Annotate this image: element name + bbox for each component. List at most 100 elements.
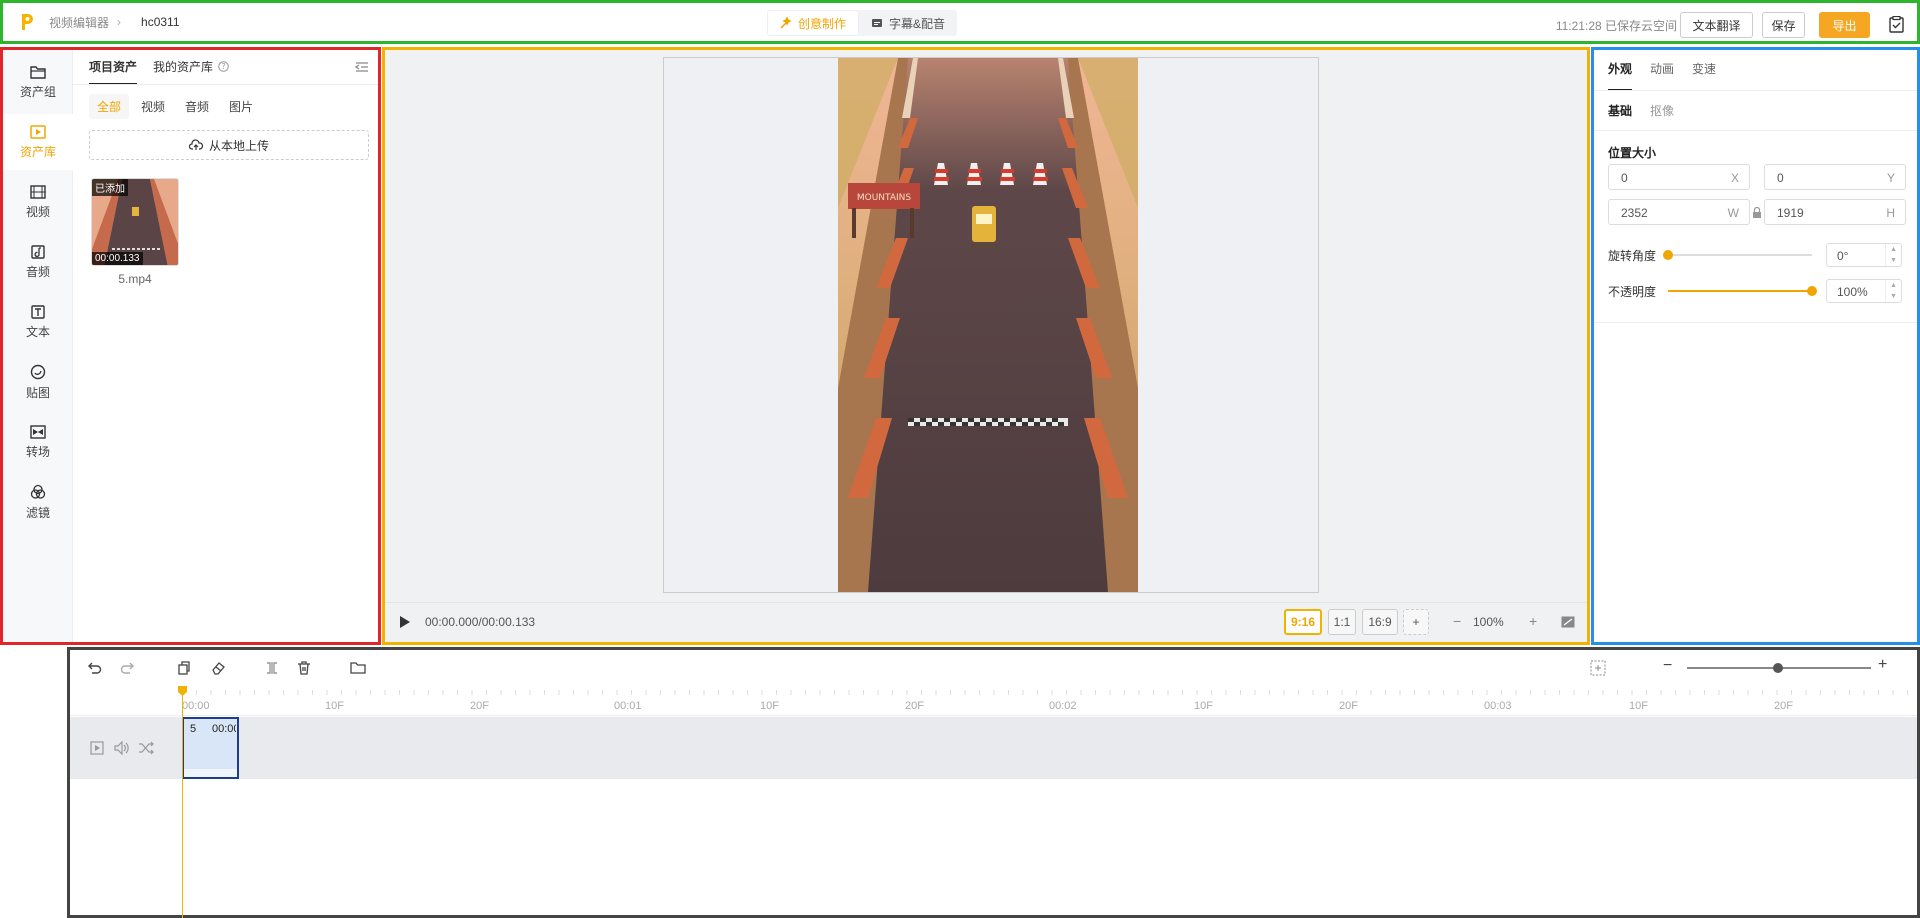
sidebar-item-text[interactable]: 文本 bbox=[3, 294, 73, 350]
filter-image[interactable]: 图片 bbox=[221, 94, 261, 119]
track-shuffle-icon[interactable] bbox=[138, 741, 154, 755]
canvas-frame[interactable]: MOUNTAINS bbox=[663, 57, 1319, 593]
divider bbox=[73, 84, 378, 85]
sidebar-item-video[interactable]: 视频 bbox=[3, 174, 73, 230]
asset-tabs: 项目资产 我的资产库 bbox=[89, 58, 213, 85]
rotation-slider[interactable] bbox=[1663, 250, 1812, 260]
zoom-out-icon[interactable]: − bbox=[1453, 613, 1461, 629]
rotation-value: 0° bbox=[1837, 249, 1849, 263]
breadcrumb[interactable]: 视频编辑器 bbox=[49, 14, 109, 31]
zoom-in-icon[interactable]: + bbox=[1529, 613, 1537, 629]
asset-thumbnail[interactable]: 已添加 00:00.133 bbox=[91, 178, 179, 266]
export-button[interactable]: 导出 bbox=[1819, 12, 1870, 38]
split-icon[interactable] bbox=[264, 660, 280, 676]
video-frame-image: MOUNTAINS bbox=[838, 58, 1138, 592]
video-preview[interactable]: MOUNTAINS bbox=[838, 58, 1138, 592]
sidebar-item-sticker[interactable]: 贴图 bbox=[3, 354, 73, 410]
tab-basic[interactable]: 基础 bbox=[1608, 102, 1632, 119]
task-list-icon[interactable] bbox=[1888, 16, 1905, 33]
lock-icon[interactable] bbox=[1752, 207, 1762, 218]
ratio-9-16[interactable]: 9:16 bbox=[1284, 609, 1322, 635]
video-clip[interactable]: 5 00:00 bbox=[182, 717, 239, 779]
upload-local-button[interactable]: 从本地上传 bbox=[89, 130, 369, 160]
folder-icon[interactable] bbox=[350, 660, 366, 676]
sub-tabs: 基础 抠像 bbox=[1608, 102, 1674, 119]
undo-icon[interactable] bbox=[86, 660, 102, 676]
subtitle-icon bbox=[872, 19, 883, 27]
clip-name: 5 bbox=[190, 723, 197, 735]
save-button[interactable]: 保存 bbox=[1762, 12, 1805, 38]
filter-audio[interactable]: 音频 bbox=[177, 94, 217, 119]
rotation-slider-knob[interactable] bbox=[1663, 250, 1673, 260]
rotation-input[interactable]: 0° ▲ ▼ bbox=[1826, 243, 1902, 267]
track-volume-icon[interactable] bbox=[114, 741, 130, 755]
tab-speed[interactable]: 变速 bbox=[1692, 60, 1716, 91]
timeline-zoom-knob[interactable] bbox=[1773, 663, 1783, 673]
help-icon[interactable]: ? bbox=[218, 61, 229, 72]
y-field[interactable]: 0 Y bbox=[1764, 164, 1906, 190]
duration-badge: 00:00.133 bbox=[92, 252, 143, 265]
filter-video[interactable]: 视频 bbox=[133, 94, 173, 119]
preview-panel: MOUNTAINS 00:00.000/00:00.133 9:16 1:1 1… bbox=[382, 47, 1590, 645]
tab-animation[interactable]: 动画 bbox=[1650, 60, 1674, 91]
delete-icon[interactable] bbox=[296, 660, 312, 676]
filter-icon bbox=[30, 484, 46, 499]
fit-timeline-icon[interactable] bbox=[1590, 660, 1606, 676]
ratio-1-1[interactable]: 1:1 bbox=[1328, 609, 1356, 635]
tick-label: 20F bbox=[905, 700, 924, 712]
copy-icon[interactable] bbox=[176, 660, 192, 676]
added-badge: 已添加 bbox=[92, 179, 128, 196]
opacity-stepper[interactable]: ▲ ▼ bbox=[1885, 280, 1901, 302]
project-name: hc0311 bbox=[141, 15, 180, 29]
asset-panel: 资产组 资产库 视频 音频 文本 贴图 转场 滤镜 项目资产 我的资产库 ? 全… bbox=[0, 47, 381, 645]
height-field[interactable]: 1919 H bbox=[1764, 199, 1906, 225]
sidebar-item-filter[interactable]: 滤镜 bbox=[3, 474, 73, 530]
app-logo-icon[interactable] bbox=[17, 12, 37, 32]
track-video-icon[interactable] bbox=[90, 741, 104, 755]
ratio-16-9[interactable]: 16:9 bbox=[1362, 609, 1398, 635]
text-icon bbox=[31, 304, 45, 319]
side-nav: 资产组 资产库 视频 音频 文本 贴图 转场 滤镜 bbox=[3, 50, 73, 642]
divider bbox=[1594, 130, 1917, 131]
translate-button[interactable]: 文本翻译 bbox=[1680, 12, 1753, 38]
time-ruler[interactable]: 00:00 10F 20F 00:01 10F 20F 00:02 10F 20… bbox=[70, 686, 1917, 716]
timeline-zoom-slider[interactable] bbox=[1687, 663, 1871, 673]
divider bbox=[1594, 322, 1917, 323]
sidebar-item-label: 转场 bbox=[25, 444, 50, 459]
tab-subtitle-dubbing[interactable]: 字幕&配音 bbox=[859, 10, 957, 36]
video-track[interactable]: 5 00:00 bbox=[70, 717, 1917, 779]
tab-project-assets[interactable]: 项目资产 bbox=[89, 58, 138, 85]
timeline-zoom-in-icon[interactable]: + bbox=[1878, 656, 1887, 674]
opacity-slider[interactable] bbox=[1668, 286, 1817, 296]
opacity-slider-fill bbox=[1668, 290, 1812, 292]
divider bbox=[1594, 90, 1917, 91]
opacity-slider-knob[interactable] bbox=[1807, 286, 1817, 296]
sidebar-item-asset-group[interactable]: 资产组 bbox=[3, 54, 73, 110]
eraser-icon[interactable] bbox=[210, 660, 226, 676]
sidebar-item-label: 资产库 bbox=[19, 144, 56, 159]
x-field[interactable]: 0 X bbox=[1608, 164, 1750, 190]
timeline-zoom-out-icon[interactable]: − bbox=[1663, 657, 1672, 675]
sidebar-item-audio[interactable]: 音频 bbox=[3, 234, 73, 290]
tab-creative[interactable]: 创意制作 bbox=[767, 10, 860, 36]
rotation-stepper[interactable]: ▲ ▼ bbox=[1885, 244, 1901, 266]
sidebar-item-transition[interactable]: 转场 bbox=[3, 414, 73, 470]
filter-all[interactable]: 全部 bbox=[89, 94, 130, 119]
tab-appearance[interactable]: 外观 bbox=[1608, 60, 1633, 91]
play-icon[interactable] bbox=[399, 615, 411, 629]
collapse-panel-icon[interactable] bbox=[355, 61, 369, 73]
playhead-line[interactable] bbox=[182, 688, 183, 918]
opacity-input[interactable]: 100% ▲ ▼ bbox=[1826, 279, 1902, 303]
sidebar-item-asset-library[interactable]: 资产库 bbox=[3, 114, 73, 170]
fullscreen-icon[interactable] bbox=[1561, 616, 1575, 628]
custom-ratio-button[interactable]: + bbox=[1403, 609, 1429, 635]
tab-matting[interactable]: 抠像 bbox=[1650, 102, 1674, 119]
svg-text:?: ? bbox=[222, 62, 226, 71]
redo-icon[interactable] bbox=[120, 660, 136, 676]
tab-my-library[interactable]: 我的资产库 bbox=[153, 58, 213, 85]
width-field[interactable]: 2352 W bbox=[1608, 199, 1750, 225]
ruler-ticks bbox=[181, 690, 1908, 695]
music-icon bbox=[31, 244, 45, 259]
section-title: 位置大小 bbox=[1608, 146, 1657, 160]
timeline-panel: − + 00:00 10F 20F 00:01 10F 20F 00:02 10… bbox=[67, 647, 1920, 918]
